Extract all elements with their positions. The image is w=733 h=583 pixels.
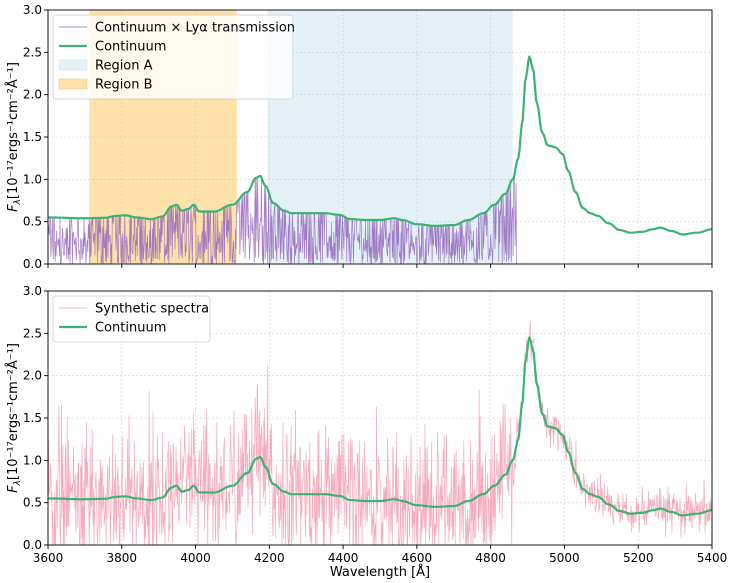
y-axis-label: Fλ[10⁻¹⁷ergs⁻¹cm⁻²Å⁻¹] bbox=[5, 343, 23, 493]
legend-swatch bbox=[58, 59, 88, 71]
legend-label: Synthetic spectra bbox=[95, 302, 209, 317]
x-tick-label: 4600 bbox=[402, 551, 433, 565]
legend-label: Region B bbox=[95, 78, 153, 93]
y-axis-label: Fλ[10⁻¹⁷ergs⁻¹cm⁻²Å⁻¹] bbox=[5, 62, 23, 212]
legend-label: Region A bbox=[95, 59, 153, 74]
y-tick-label: 3.0 bbox=[23, 284, 42, 298]
legend-swatch bbox=[58, 78, 88, 90]
x-tick-label: 5400 bbox=[697, 551, 728, 565]
y-tick-label: 0.5 bbox=[23, 215, 42, 229]
legend-label: Continuum × Lyα transmission bbox=[95, 21, 295, 36]
x-tick-label: 4200 bbox=[254, 551, 285, 565]
y-axis-label-units: [10⁻¹⁷ergs⁻¹cm⁻²Å⁻¹] bbox=[5, 343, 21, 480]
y-tick-label: 2.5 bbox=[23, 326, 42, 340]
bottom-panel: 0.0 0.5 1.0 1.5 2.0 2.5 3.0 3600 3800 4000 4200 440… bbox=[5, 284, 727, 580]
top-panel: 0.0 0.5 1.0 1.5 2.0 2.5 3.0 Fλ[10⁻¹⁷ergs⁻¹cm⁻²Å… bbox=[5, 3, 713, 271]
x-tick-label: 3600 bbox=[33, 551, 64, 565]
y-tick-label: 0.0 bbox=[23, 257, 42, 271]
x-tick-label: 3800 bbox=[107, 551, 138, 565]
y-tick-label: 2.0 bbox=[23, 88, 42, 102]
y-tick-label: 1.5 bbox=[23, 130, 42, 144]
y-tick-label: 2.0 bbox=[23, 369, 42, 383]
legend-label: Continuum bbox=[95, 40, 166, 55]
x-tick-label: 5200 bbox=[623, 551, 654, 565]
y-tick-label: 3.0 bbox=[23, 3, 42, 17]
legend-label: Continuum bbox=[95, 321, 166, 336]
y-tick-label: 0.0 bbox=[23, 538, 42, 552]
x-tick-label: 4400 bbox=[328, 551, 359, 565]
x-tick-label: 5000 bbox=[549, 551, 580, 565]
x-tick-label: 4000 bbox=[180, 551, 211, 565]
y-axis-label-units: [10⁻¹⁷ergs⁻¹cm⁻²Å⁻¹] bbox=[5, 62, 21, 199]
y-tick-label: 1.5 bbox=[23, 411, 42, 425]
x-axis-label: Wavelength [Å] bbox=[330, 564, 430, 580]
figure: 0.0 0.5 1.0 1.5 2.0 2.5 3.0 Fλ[10⁻¹⁷ergs⁻¹cm⁻²Å… bbox=[5, 3, 727, 580]
x-tick-label: 4800 bbox=[475, 551, 506, 565]
y-tick-label: 1.0 bbox=[23, 453, 42, 467]
y-tick-label: 2.5 bbox=[23, 45, 42, 59]
y-tick-label: 1.0 bbox=[23, 172, 42, 186]
y-tick-label: 0.5 bbox=[23, 496, 42, 510]
